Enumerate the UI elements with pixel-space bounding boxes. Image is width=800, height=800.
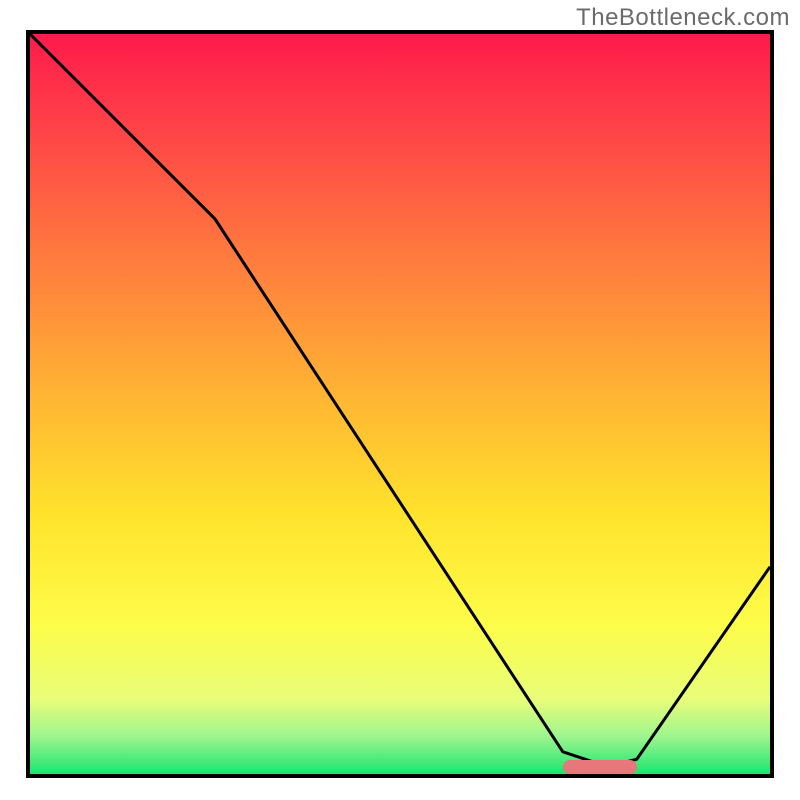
chart-wrapper: TheBottleneck.com <box>0 0 800 800</box>
plot-area <box>30 34 770 774</box>
bottleneck-curve <box>30 34 770 774</box>
plot-frame <box>26 30 774 778</box>
optimal-range-marker <box>563 760 637 774</box>
watermark-text: TheBottleneck.com <box>576 4 790 32</box>
